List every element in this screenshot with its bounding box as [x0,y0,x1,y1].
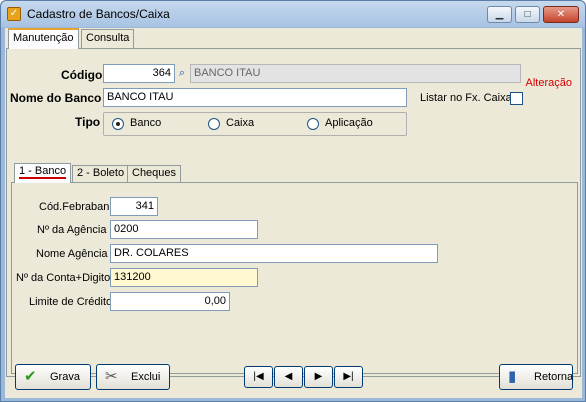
status-text: Alteração [525,77,572,89]
banco-panel: Cód.Febraban 341 Nº da Agência 0200 Nome… [11,182,578,374]
minimize-button[interactable]: ▁ [487,6,512,23]
agencia-input[interactable]: 0200 [110,220,258,239]
tipo-group: Banco Caixa Aplicação [103,112,407,136]
first-icon: |◀ [253,371,264,382]
codigo-input[interactable]: 364 [103,64,175,83]
conta-label: Nº da Conta+Digito [16,272,111,284]
nome-agencia-label: Nome Agência [36,248,108,260]
tipo-aplicacao-label: Aplicação [325,117,373,129]
codigo-description: BANCO ITAU [190,64,521,83]
tipo-banco-label: Banco [130,117,162,129]
last-icon: ▶| [343,371,354,382]
client-area: Manutenção Consulta Alteração Código 364… [5,28,582,398]
conta-input[interactable]: 131200 [110,268,258,287]
tipo-aplicacao-radio[interactable] [307,118,319,130]
search-icon[interactable]: ⌕ [174,65,190,82]
tab-consulta-label: Consulta [86,32,130,44]
nav-next-button[interactable]: ▶ [304,366,333,388]
nome-agencia-input[interactable]: DR. COLARES [110,244,438,263]
next-icon: ▶ [314,371,323,382]
tab-boleto[interactable]: 2 - Boleto [72,165,130,183]
tipo-label: Tipo [75,115,101,129]
maximize-button[interactable]: □ [515,6,540,23]
codigo-label: Código [61,68,103,82]
window: ✓ Cadastro de Bancos/Caixa ▁ □ ✕ Manuten… [0,0,586,402]
listar-fx-caixa-checkbox[interactable] [510,92,523,105]
grava-button[interactable]: ✔ Grava [15,364,91,390]
grava-label: Grava [50,371,80,383]
exclui-label: Exclui [131,371,161,383]
delete-icon: ✂ [105,368,118,385]
febraban-input[interactable]: 341 [110,197,158,216]
tab-cheques-label: Cheques [132,167,177,179]
retorna-button[interactable]: ▮ Retorna [499,364,573,390]
febraban-label: Cód.Febraban [39,201,110,213]
app-icon: ✓ [7,7,21,21]
tab-boleto-label: 2 - Boleto [77,167,125,179]
tipo-banco-radio[interactable] [112,118,124,130]
manutencao-panel: Alteração Código 364 ⌕ BANCO ITAU Nome d… [6,48,581,377]
close-button[interactable]: ✕ [543,6,579,23]
title-bar[interactable]: ✓ Cadastro de Bancos/Caixa ▁ □ ✕ [1,1,585,27]
listar-fx-caixa-label: Listar no Fx. Caixa [420,92,512,104]
tipo-caixa-label: Caixa [226,117,255,129]
exclui-button[interactable]: ✂ Exclui [96,364,170,390]
limite-input[interactable]: 0,00 [110,292,230,311]
tab-manutencao-label: Manutenção [13,32,74,44]
nome-banco-label: Nome do Banco [10,91,102,105]
prev-icon: ◀ [284,371,293,382]
limite-label: Limite de Crédito [29,296,113,308]
nav-prev-button[interactable]: ◀ [274,366,303,388]
tab-banco-label: 1 - Banco [19,165,67,179]
tipo-caixa-radio[interactable] [208,118,220,130]
nome-banco-input[interactable]: BANCO ITAU [103,88,407,107]
nav-last-button[interactable]: ▶| [334,366,363,388]
retorna-label: Retorna [534,371,574,383]
nav-first-button[interactable]: |◀ [244,366,273,388]
door-exit-icon: ▮ [508,368,517,385]
tab-consulta[interactable]: Consulta [81,29,135,48]
checkmark-icon: ✔ [24,368,37,385]
tab-cheques[interactable]: Cheques [127,165,182,183]
window-title: Cadastro de Bancos/Caixa [27,7,170,21]
agencia-label: Nº da Agência [37,224,107,236]
tab-manutencao[interactable]: Manutenção [8,28,79,49]
tab-banco[interactable]: 1 - Banco [14,163,72,183]
